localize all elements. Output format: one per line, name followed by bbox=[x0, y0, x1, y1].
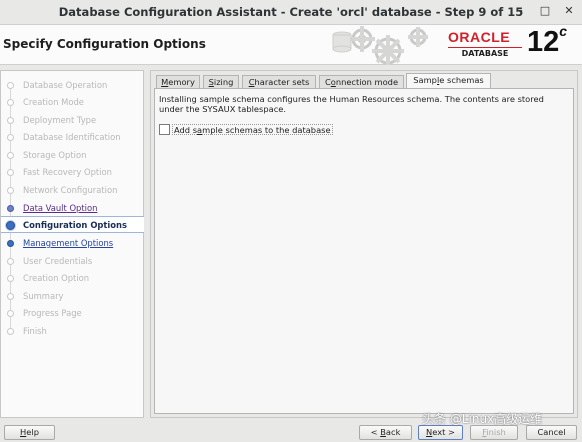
cancel-button[interactable]: Cancel bbox=[526, 425, 577, 440]
window-title: Database Configuration Assistant - Creat… bbox=[58, 5, 524, 19]
step-label: Network Configuration bbox=[23, 185, 118, 195]
step-status-icon bbox=[7, 240, 14, 247]
sidebar-step-creation-option: Creation Option bbox=[1, 270, 144, 287]
sidebar-step-summary: Summary bbox=[1, 288, 144, 305]
sidebar-step-progress-page: Progress Page bbox=[1, 305, 144, 322]
sidebar-step-configuration-options[interactable]: Configuration Options bbox=[1, 216, 144, 233]
step-label: Configuration Options bbox=[23, 220, 128, 230]
step-label: Finish bbox=[23, 326, 47, 336]
step-label: Fast Recovery Option bbox=[23, 167, 112, 177]
step-status-icon bbox=[7, 99, 14, 106]
tab-character-sets[interactable]: Character sets bbox=[242, 75, 316, 89]
watermark-text: 头条 @Linux高级运维 bbox=[422, 412, 543, 426]
step-status-icon bbox=[7, 205, 14, 212]
steps-sidebar: Database Operation Creation Mode Deploymen… bbox=[0, 70, 144, 418]
sidebar-step-creation-mode: Creation Mode bbox=[1, 94, 144, 111]
page-title: Specify Configuration Options bbox=[3, 37, 206, 51]
sidebar-step-management-options[interactable]: Management Options bbox=[1, 235, 144, 252]
step-status-icon bbox=[7, 187, 14, 194]
sidebar-step-deployment-type: Deployment Type bbox=[1, 112, 144, 129]
finish-button[interactable]: Finish bbox=[470, 425, 518, 440]
step-status-icon bbox=[6, 221, 15, 230]
tab-connection-mode[interactable]: Connection mode bbox=[319, 75, 404, 89]
sidebar-step-database-operation: Database Operation bbox=[1, 77, 144, 94]
step-label: Data Vault Option bbox=[23, 203, 98, 213]
sidebar-step-fast-recovery-option: Fast Recovery Option bbox=[1, 164, 144, 181]
step-label: Summary bbox=[23, 291, 64, 301]
database-logo-text: DATABASE bbox=[448, 47, 522, 59]
oracle-logo: ORACLE bbox=[448, 29, 511, 45]
step-status-icon bbox=[7, 293, 14, 300]
version-suffix: c bbox=[559, 23, 568, 40]
step-status-icon bbox=[7, 275, 14, 282]
step-label: Storage Option bbox=[23, 150, 87, 160]
sample-schemas-panel: Installing sample schema configures the … bbox=[154, 88, 574, 414]
tab-sample-schemas[interactable]: Sample schemas bbox=[406, 73, 491, 89]
step-label: Deployment Type bbox=[23, 115, 97, 125]
maximize-icon[interactable]: □ bbox=[538, 4, 552, 18]
next-button[interactable]: Next > bbox=[418, 425, 463, 440]
step-status-icon bbox=[7, 82, 14, 89]
step-label: Database Identification bbox=[23, 132, 121, 142]
step-label: Database Operation bbox=[23, 80, 108, 90]
step-label: User Credentials bbox=[23, 256, 93, 266]
sidebar-step-network-configuration: Network Configuration bbox=[1, 182, 144, 199]
gears-icon bbox=[332, 26, 428, 65]
step-label: Progress Page bbox=[23, 308, 82, 318]
sidebar-step-database-identification: Database Identification bbox=[1, 129, 144, 146]
sidebar-step-data-vault-option[interactable]: Data Vault Option bbox=[1, 200, 144, 217]
step-status-icon bbox=[7, 152, 14, 159]
sidebar-step-storage-option: Storage Option bbox=[1, 147, 144, 164]
back-button[interactable]: < Back bbox=[359, 425, 412, 440]
sidebar-step-finish: Finish bbox=[1, 323, 144, 340]
version-logo: 12c bbox=[527, 23, 568, 59]
step-status-icon bbox=[7, 328, 14, 335]
window-titlebar[interactable]: Database Configuration Assistant - Creat… bbox=[0, 0, 582, 25]
step-status-icon bbox=[7, 310, 14, 317]
sidebar-step-user-credentials: User Credentials bbox=[1, 253, 144, 270]
step-label: Management Options bbox=[23, 238, 114, 248]
step-label: Creation Mode bbox=[23, 97, 84, 107]
minimize-icon[interactable]: – bbox=[513, 4, 527, 18]
tab-sizing[interactable]: Sizing bbox=[203, 75, 239, 89]
step-status-icon bbox=[7, 169, 14, 176]
sample-schemas-checkbox[interactable] bbox=[159, 124, 170, 135]
step-status-icon bbox=[7, 117, 14, 124]
close-icon[interactable]: ✕ bbox=[562, 4, 576, 18]
header-banner: Specify Configuration Options ORACLE DAT… bbox=[0, 23, 582, 65]
content-area: Memory Sizing Character sets Connection … bbox=[150, 70, 578, 418]
help-button[interactable]: Help bbox=[4, 425, 55, 440]
panel-description: Installing sample schema configures the … bbox=[159, 94, 544, 114]
sample-schemas-checkbox-label[interactable]: Add sample schemas to the database bbox=[172, 124, 333, 135]
step-status-icon bbox=[7, 258, 14, 265]
version-number: 12 bbox=[527, 26, 560, 58]
tab-memory[interactable]: Memory bbox=[156, 75, 200, 89]
step-label: Creation Option bbox=[23, 273, 90, 283]
step-status-icon bbox=[7, 134, 14, 141]
